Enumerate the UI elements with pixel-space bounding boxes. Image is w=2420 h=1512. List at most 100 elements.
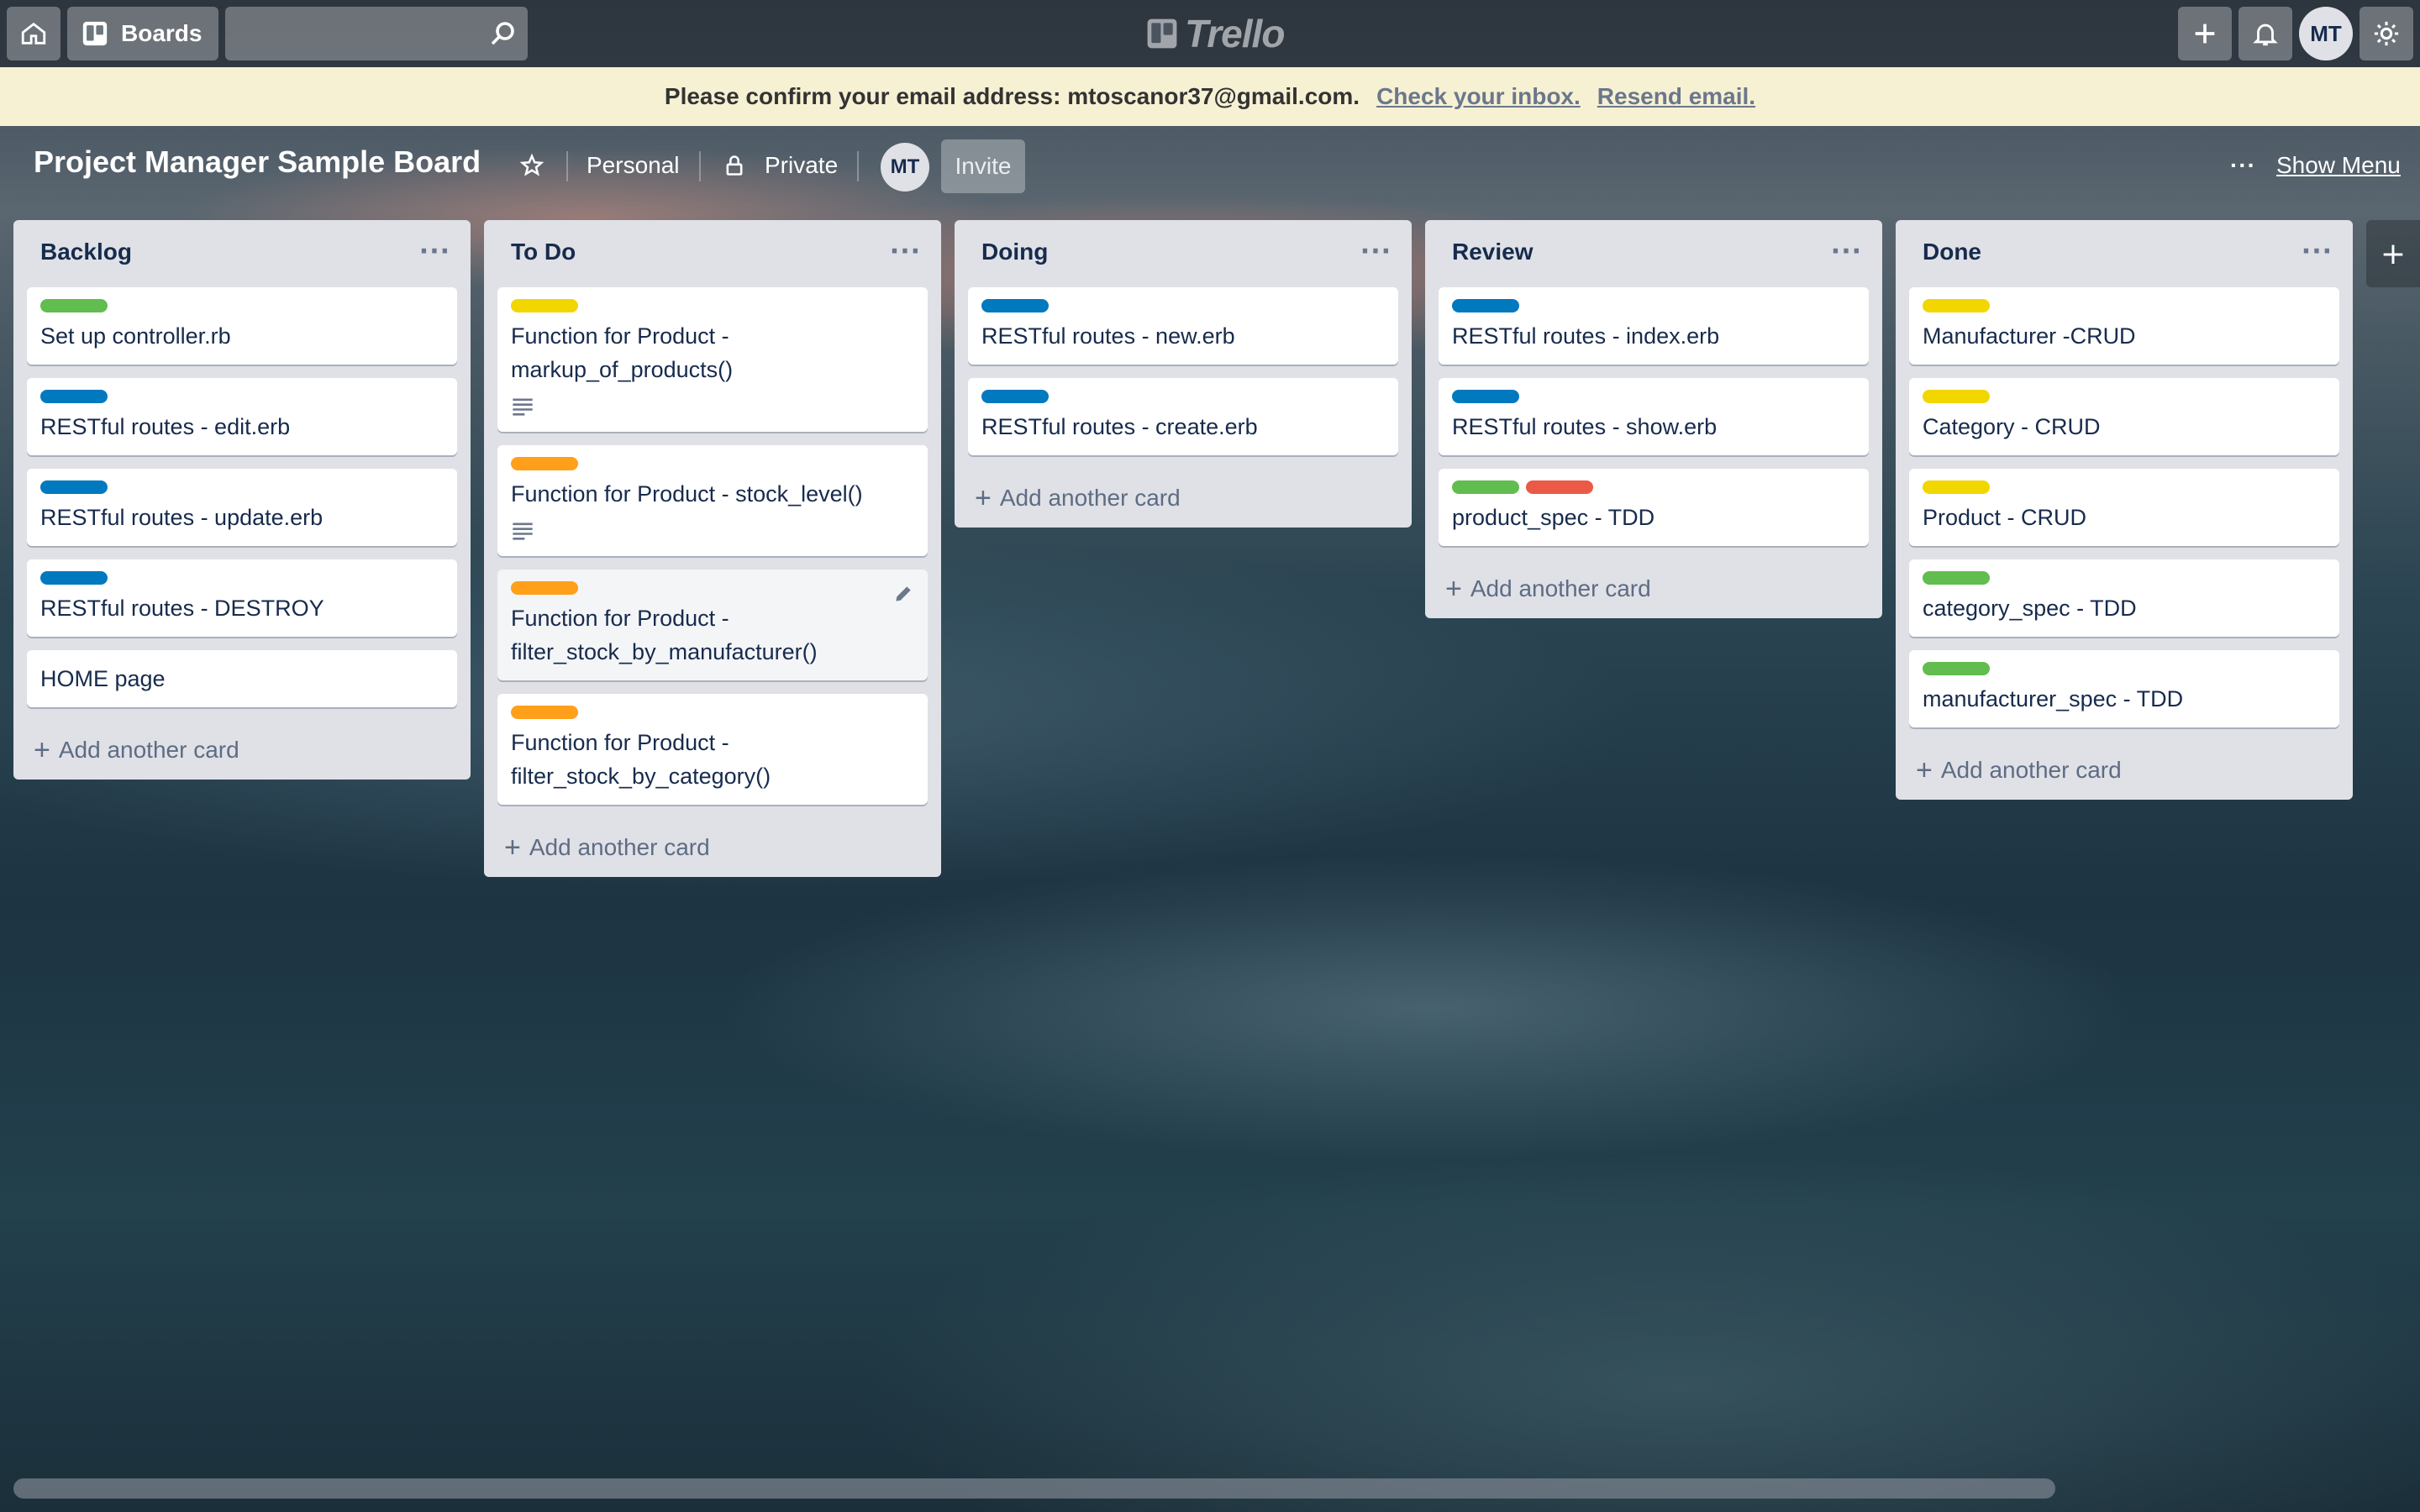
card[interactable]: category_spec - TDD (1909, 559, 2339, 637)
scrollbar-thumb[interactable] (13, 1478, 2055, 1499)
description-icon (513, 398, 533, 416)
plus-icon: + (504, 831, 521, 864)
list-title[interactable]: Backlog (40, 239, 132, 265)
card-label-orange[interactable] (511, 457, 578, 470)
card[interactable]: HOME page (27, 650, 457, 707)
card-label-blue[interactable] (981, 299, 1049, 312)
add-card-button[interactable]: + Add another card (1909, 741, 2339, 800)
card[interactable]: Function for Product - filter_stock_by_c… (497, 694, 928, 805)
add-card-button[interactable]: + Add another card (497, 818, 928, 877)
list-header: Review ··· (1439, 220, 1869, 287)
search-input[interactable] (225, 7, 477, 60)
list-menu-icon[interactable]: ··· (1360, 237, 1392, 266)
home-button[interactable] (7, 7, 60, 60)
card-labels (1923, 480, 2326, 501)
card[interactable]: RESTful routes - create.erb (968, 378, 1398, 455)
card-label-blue[interactable] (981, 390, 1049, 403)
invite-button[interactable]: Invite (941, 139, 1025, 193)
card-label-blue[interactable] (1452, 390, 1519, 403)
create-button[interactable] (2178, 7, 2232, 60)
plus-icon: + (1916, 753, 1933, 786)
card[interactable]: RESTful routes - DESTROY (27, 559, 457, 637)
pencil-icon[interactable] (892, 583, 914, 605)
card-label-orange[interactable] (511, 706, 578, 719)
card-title: Function for Product - stock_level() (511, 481, 863, 507)
card[interactable]: RESTful routes - index.erb (1439, 287, 1869, 365)
card-label-orange[interactable] (511, 581, 578, 595)
card-label-blue[interactable] (1452, 299, 1519, 312)
card-title: manufacturer_spec - TDD (1923, 686, 2184, 711)
boards-button[interactable]: Boards (67, 7, 218, 60)
list-title[interactable]: Doing (981, 239, 1048, 265)
search-field[interactable] (225, 7, 528, 60)
add-card-button[interactable]: + Add another card (968, 469, 1398, 528)
card[interactable]: RESTful routes - update.erb (27, 469, 457, 546)
list-title[interactable]: Done (1923, 239, 1981, 265)
card[interactable]: Category - CRUD (1909, 378, 2339, 455)
list-menu-icon[interactable]: ··· (1831, 237, 1862, 266)
list-menu-icon[interactable]: ··· (419, 237, 450, 266)
resend-email-link[interactable]: Resend email. (1597, 83, 1755, 110)
add-list-button[interactable]: + (2366, 220, 2420, 287)
card[interactable]: RESTful routes - new.erb (968, 287, 1398, 365)
card-label-red[interactable] (1526, 480, 1593, 494)
visibility-button[interactable]: Private (723, 146, 838, 185)
board-member-avatar[interactable]: MT (881, 143, 929, 192)
add-card-button[interactable]: + Add another card (27, 721, 457, 780)
add-card-label: Add another card (529, 834, 710, 860)
list-to-do[interactable]: To Do ··· Function for Product - markup_of… (484, 220, 941, 877)
star-board-button[interactable] (519, 146, 546, 185)
user-avatar[interactable]: MT (2299, 7, 2353, 60)
banner-message: Please confirm your email address: mtosc… (664, 83, 1360, 109)
card[interactable]: RESTful routes - show.erb (1439, 378, 1869, 455)
card[interactable]: Manufacturer -CRUD (1909, 287, 2339, 365)
card-labels (1452, 390, 1855, 410)
trello-logo[interactable]: Trello (1146, 10, 1285, 57)
check-inbox-link[interactable]: Check your inbox. (1376, 83, 1581, 110)
search-icon[interactable] (487, 18, 518, 49)
plus-icon (2195, 24, 2215, 44)
list-menu-icon[interactable]: ··· (890, 237, 921, 266)
card-labels (511, 457, 914, 477)
card-label-blue[interactable] (40, 480, 108, 494)
list-review[interactable]: Review ··· RESTful routes - index.erb RESTf… (1425, 220, 1882, 618)
card-label-yellow[interactable] (1923, 480, 1990, 494)
card[interactable]: Function for Product - stock_level() (497, 445, 928, 556)
settings-button[interactable] (2360, 7, 2413, 60)
show-menu-button[interactable]: ··· Show Menu (2230, 146, 2401, 185)
card-label-blue[interactable] (40, 571, 108, 585)
list-title[interactable]: To Do (511, 239, 576, 265)
card[interactable]: manufacturer_spec - TDD (1909, 650, 2339, 727)
trello-logo-icon (1147, 18, 1177, 49)
card-label-yellow[interactable] (1923, 390, 1990, 403)
team-button[interactable]: Personal (587, 146, 680, 185)
team-label: Personal (587, 152, 680, 178)
card-label-green[interactable] (1923, 662, 1990, 675)
list-backlog[interactable]: Backlog ··· Set up controller.rb RESTful ro… (13, 220, 471, 780)
card[interactable]: Function for Product - filter_stock_by_m… (497, 570, 928, 680)
user-initials: MT (2310, 20, 2342, 46)
list-menu-icon[interactable]: ··· (2302, 237, 2333, 266)
card[interactable]: Product - CRUD (1909, 469, 2339, 546)
card-label-green[interactable] (40, 299, 108, 312)
card[interactable]: RESTful routes - edit.erb (27, 378, 457, 455)
card[interactable]: Function for Product - markup_of_product… (497, 287, 928, 432)
card-labels (1923, 390, 2326, 410)
card[interactable]: product_spec - TDD (1439, 469, 1869, 546)
notifications-button[interactable] (2238, 7, 2292, 60)
lock-icon (726, 155, 743, 176)
boards-label: Boards (121, 20, 203, 46)
add-card-button[interactable]: + Add another card (1439, 559, 1869, 618)
list-doing[interactable]: Doing ··· RESTful routes - new.erb RESTful … (955, 220, 1412, 528)
card-label-green[interactable] (1452, 480, 1519, 494)
board-title[interactable]: Project Manager Sample Board (34, 144, 481, 180)
card[interactable]: Set up controller.rb (27, 287, 457, 365)
list-done[interactable]: Done ··· Manufacturer -CRUD Category - CRUD… (1896, 220, 2353, 800)
card-label-green[interactable] (1923, 571, 1990, 585)
card-label-blue[interactable] (40, 390, 108, 403)
card-labels (1923, 571, 2326, 591)
card-label-yellow[interactable] (1923, 299, 1990, 312)
card-labels (1923, 299, 2326, 319)
card-label-yellow[interactable] (511, 299, 578, 312)
list-title[interactable]: Review (1452, 239, 1534, 265)
